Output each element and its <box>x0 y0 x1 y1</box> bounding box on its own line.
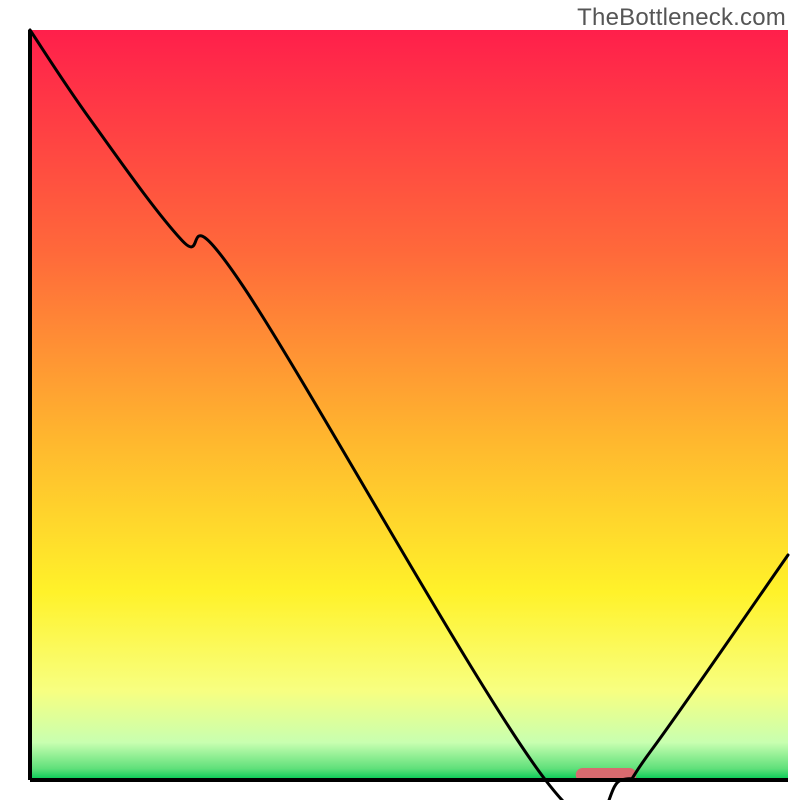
chart-container: TheBottleneck.com <box>0 0 800 800</box>
gradient-background <box>30 30 788 780</box>
chart-svg <box>0 0 800 800</box>
plot-area <box>30 30 788 800</box>
watermark-text: TheBottleneck.com <box>577 4 786 32</box>
